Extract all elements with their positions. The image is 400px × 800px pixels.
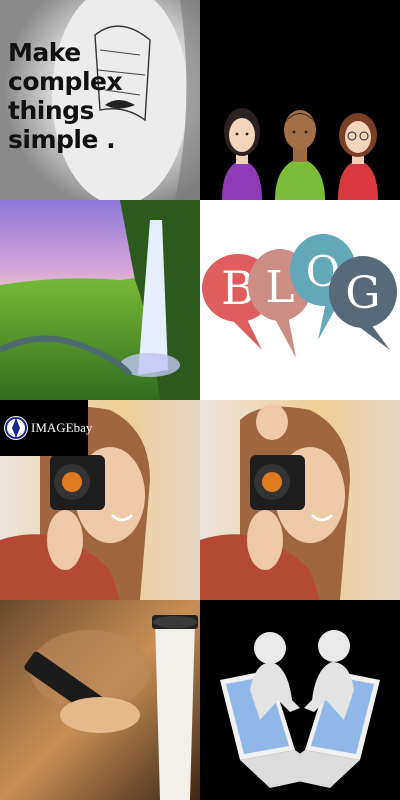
aperture-icon — [4, 416, 28, 440]
waterfall-tile[interactable] — [0, 200, 200, 400]
quote-line: simple . — [8, 125, 116, 154]
bubble-letter: G — [345, 268, 380, 319]
image-grid: Make complex things simple . B L O G IMA… — [0, 0, 400, 800]
handshake-illustration — [200, 600, 400, 800]
quote-tile[interactable]: Make complex things simple . — [0, 0, 200, 200]
blog-bubbles: B L O G — [200, 200, 400, 400]
quote-line: things — [8, 96, 94, 125]
imagebay-logo: IMAGEbay — [0, 400, 92, 456]
phone-coffee-tile[interactable] — [0, 600, 200, 800]
imagebay-logo-text: IMAGEbay — [31, 420, 93, 435]
phone-coffee-image — [0, 600, 200, 800]
waterfall-image — [0, 200, 200, 400]
quote-line: complex — [8, 67, 123, 96]
photographer-logo-tile[interactable]: IMAGEbay — [0, 400, 200, 600]
avatars-tile[interactable] — [200, 0, 400, 200]
photographer-image — [200, 400, 400, 600]
handshake-tile[interactable] — [200, 600, 400, 800]
blog-tile[interactable]: B L O G — [200, 200, 400, 400]
avatars-illustration — [200, 0, 400, 200]
quote-text: Make complex things simple . — [8, 38, 128, 154]
quote-line: Make — [8, 38, 81, 67]
photographer-tile[interactable] — [200, 400, 400, 600]
